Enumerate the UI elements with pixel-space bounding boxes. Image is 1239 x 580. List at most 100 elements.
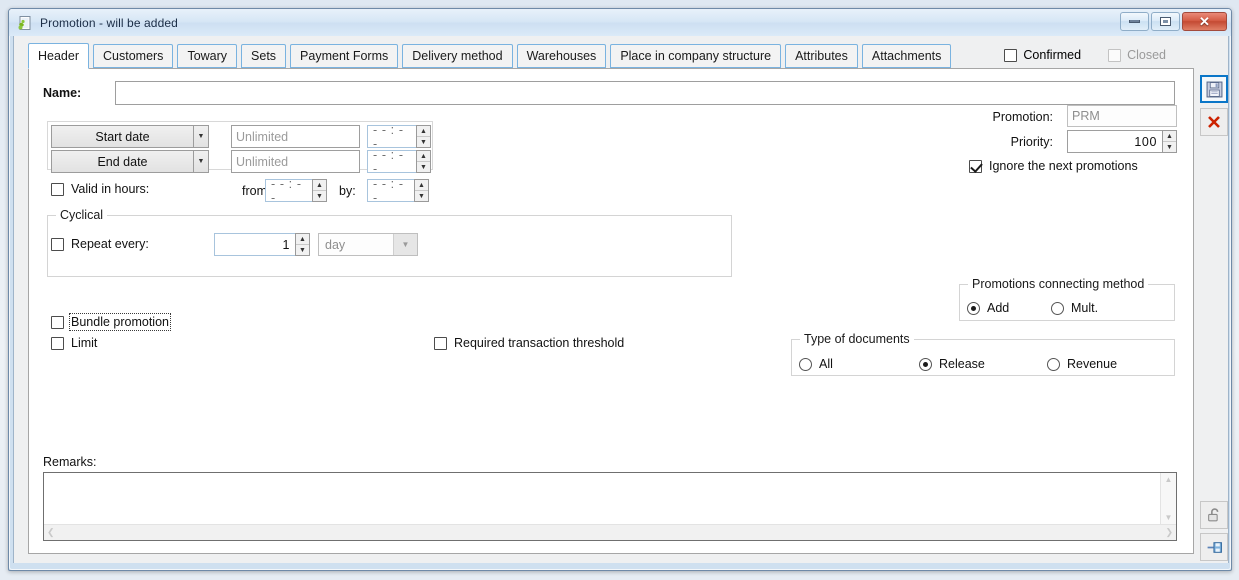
repeat-value: 1 <box>214 233 295 256</box>
checkbox-box <box>51 182 64 196</box>
priority-spinner[interactable]: 100 ▲ ▼ <box>1067 130 1177 153</box>
from-label: from <box>242 184 267 198</box>
remarks-input[interactable] <box>44 473 1160 524</box>
window-title: Promotion - will be added <box>40 15 178 30</box>
tab-attributes[interactable]: Attributes <box>785 44 858 68</box>
pin-button[interactable] <box>1200 533 1228 561</box>
name-label: Name: <box>43 86 82 100</box>
promotion-window: Promotion - will be added ✕ Header Custo… <box>8 8 1232 571</box>
remarks-vertical-scrollbar[interactable]: ▲ ▼ <box>1160 473 1176 524</box>
tab-label: Towary <box>187 49 228 63</box>
spinner-buttons[interactable]: ▲ ▼ <box>295 233 310 256</box>
name-input[interactable] <box>115 81 1175 105</box>
promotion-value: PRM <box>1067 105 1177 127</box>
valid-from-time-value: - - : - - <box>265 177 312 205</box>
tab-place-in-company-structure[interactable]: Place in company structure <box>610 44 782 68</box>
scroll-left-icon: ❮ <box>47 527 55 537</box>
remarks-inner: ▲ ▼ <box>44 473 1176 524</box>
scroll-up-icon: ▲ <box>1164 475 1173 484</box>
app-window-icon <box>17 15 33 31</box>
red-x-icon <box>1208 116 1220 128</box>
tab-warehouses[interactable]: Warehouses <box>516 44 607 68</box>
start-date-button[interactable]: Start date <box>51 125 194 148</box>
floppy-disk-icon <box>1206 81 1222 97</box>
repeat-every-label: Repeat every: <box>71 237 149 251</box>
restore-button[interactable] <box>1151 12 1180 31</box>
radio-button <box>1047 357 1060 371</box>
start-time-spinner[interactable]: - - : - - ▲ ▼ <box>367 123 431 151</box>
tab-label: Place in company structure <box>620 49 772 63</box>
connecting-method-option-mult[interactable]: Mult. <box>1051 301 1098 315</box>
option-label: Revenue <box>1067 357 1118 371</box>
option-label: Mult. <box>1071 301 1099 315</box>
type-of-documents-option-release[interactable]: Release <box>919 357 985 371</box>
spinner-buttons[interactable]: ▲ ▼ <box>414 179 429 202</box>
remarks-box[interactable]: ▲ ▼ ❮ ❯ <box>43 472 1177 541</box>
tab-attachments[interactable]: Attachments <box>861 44 952 68</box>
spinner-buttons[interactable]: ▲ ▼ <box>1162 130 1177 153</box>
option-label: All <box>819 357 833 371</box>
option-label: Release <box>939 357 985 371</box>
tab-label: Delivery method <box>412 49 503 63</box>
scroll-right-icon: ❯ <box>1165 527 1173 537</box>
cancel-button[interactable] <box>1200 108 1228 136</box>
checkbox-box <box>1004 48 1018 62</box>
valid-in-hours-checkbox[interactable]: Valid in hours: <box>51 182 149 196</box>
required-threshold-checkbox[interactable]: Required transaction threshold <box>434 336 624 350</box>
limit-checkbox[interactable]: Limit <box>51 336 97 350</box>
end-time-spinner[interactable]: - - : - - ▲ ▼ <box>367 148 431 176</box>
end-date-input[interactable] <box>231 150 360 173</box>
window-controls: ✕ <box>1120 12 1227 31</box>
valid-by-time-spinner[interactable]: - - : - - ▲ ▼ <box>367 177 429 205</box>
start-time-value: - - : - - <box>367 123 416 151</box>
close-button[interactable]: ✕ <box>1182 12 1227 31</box>
unlock-button[interactable] <box>1200 501 1228 529</box>
spinner-buttons[interactable]: ▲ ▼ <box>416 150 431 173</box>
tab-label: Payment Forms <box>300 49 389 63</box>
end-date-label: End date <box>97 154 148 169</box>
repeat-unit-select[interactable]: day ▼ <box>318 233 418 256</box>
repeat-every-checkbox[interactable]: Repeat every: <box>51 237 149 251</box>
type-of-documents-option-revenue[interactable]: Revenue <box>1047 357 1117 371</box>
end-date-button[interactable]: End date <box>51 150 194 173</box>
pin-save-icon <box>1207 541 1222 553</box>
title-bar[interactable]: Promotion - will be added ✕ <box>9 9 1231 36</box>
open-padlock-icon <box>1207 507 1218 521</box>
tab-label: Warehouses <box>526 49 597 63</box>
confirmed-checkbox[interactable]: Confirmed <box>1004 48 1081 62</box>
connecting-method-option-add[interactable]: Add <box>967 301 1009 315</box>
checkbox-box <box>1108 48 1122 62</box>
radio-button <box>1051 301 1064 315</box>
save-button[interactable] <box>1200 75 1228 103</box>
ignore-next-promotions-checkbox[interactable]: Ignore the next promotions <box>969 159 1138 173</box>
connecting-method-title: Promotions connecting method <box>968 277 1149 291</box>
minimize-button[interactable] <box>1120 12 1149 31</box>
valid-from-time-spinner[interactable]: - - : - - ▲ ▼ <box>265 177 327 205</box>
tab-label: Header <box>38 49 79 63</box>
repeat-value-spinner[interactable]: 1 ▲ ▼ <box>214 233 310 256</box>
tab-label: Attachments <box>871 49 942 63</box>
closed-checkbox: Closed <box>1108 48 1166 62</box>
end-date-dropdown-icon[interactable]: ▼ <box>194 150 209 173</box>
bundle-promotion-checkbox[interactable]: Bundle promotion <box>51 313 171 331</box>
repeat-unit-value: day <box>325 237 346 252</box>
spinner-buttons[interactable]: ▲ ▼ <box>416 125 431 148</box>
tab-strip: Header Customers Towary Sets Payment For… <box>28 43 952 69</box>
confirmed-label: Confirmed <box>1023 48 1082 62</box>
remarks-horizontal-scrollbar[interactable]: ❮ ❯ <box>44 524 1176 540</box>
tab-towary[interactable]: Towary <box>177 44 238 68</box>
remarks-label: Remarks: <box>43 455 97 469</box>
start-date-input[interactable] <box>231 125 360 148</box>
tab-sets[interactable]: Sets <box>241 44 287 68</box>
tab-customers[interactable]: Customers <box>93 44 174 68</box>
radio-button <box>799 357 812 371</box>
start-date-dropdown-icon[interactable]: ▼ <box>194 125 209 148</box>
type-of-documents-option-all[interactable]: All <box>799 357 833 371</box>
status-flags: Confirmed Closed <box>1004 48 1166 62</box>
bundle-promotion-label: Bundle promotion <box>69 313 171 331</box>
spinner-buttons[interactable]: ▲ ▼ <box>312 179 327 202</box>
tab-delivery-method[interactable]: Delivery method <box>402 44 513 68</box>
tab-payment-forms[interactable]: Payment Forms <box>290 44 399 68</box>
priority-label: Priority: <box>1010 135 1053 149</box>
tab-header[interactable]: Header <box>28 43 89 69</box>
